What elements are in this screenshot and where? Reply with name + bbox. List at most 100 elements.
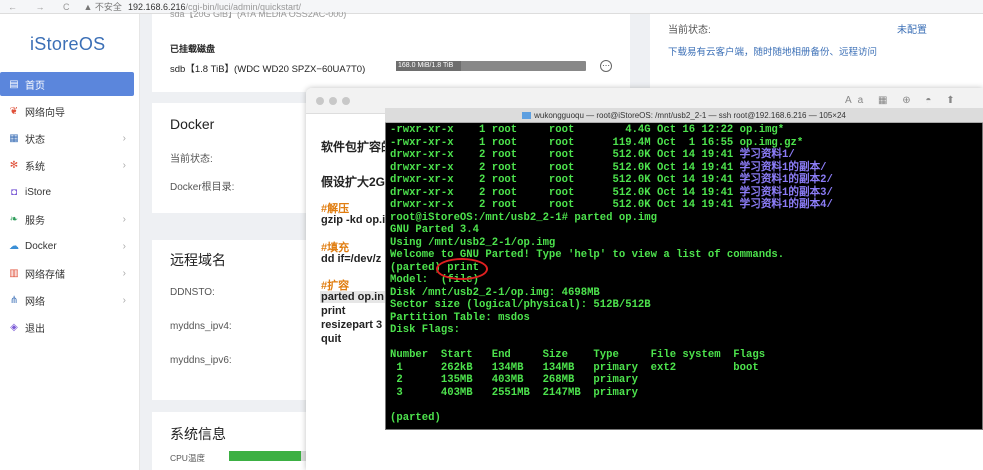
terminal-line-text: Partition Table: msdos xyxy=(390,311,530,324)
terminal-line-text: 2 135MB 403MB 268MB primary xyxy=(390,374,638,386)
terminal-line: Sector size (logical/physical): 512B/512… xyxy=(390,299,651,312)
terminal-line-text: root@iStoreOS:/mnt/usb2_2-1# parted op.i… xyxy=(390,211,658,224)
red-highlight-circle xyxy=(436,258,488,280)
mounted-disk-name: sdb【1.8 TiB】(WDC WD20 SPZX−60UA7T0) xyxy=(170,64,366,75)
sidebar-item-label: 首页 xyxy=(25,80,45,92)
terminal-line-text: (parted) xyxy=(390,411,448,424)
chevron-right-icon: › xyxy=(122,132,126,144)
terminal-line: drwxr-xr-x 2 root root 512.0K Oct 14 19:… xyxy=(390,199,833,212)
terminal-line-text: GNU Parted 3.4 xyxy=(390,224,480,236)
terminal-dir-name: 学习资料1的副本4/ xyxy=(739,199,833,211)
cpu-temp-fill xyxy=(229,451,301,461)
sidebar-item-label: 网络存储 xyxy=(25,269,65,281)
browser-address-bar: ← → C ▲ 不安全 192.168.6.216/cgi-bin/luci/a… xyxy=(0,0,983,14)
window-minimize-button[interactable] xyxy=(329,97,337,105)
window-close-button[interactable] xyxy=(316,97,324,105)
docker-title: Docker xyxy=(170,116,215,132)
sidebar-item-label: 退出 xyxy=(25,323,45,335)
sidebar-item[interactable]: ❧ 服务 › xyxy=(0,207,134,231)
terminal-line: GNU Parted 3.4 xyxy=(390,224,479,237)
ipv4-label: myddns_ipv4: xyxy=(170,321,232,332)
sidebar-item-label: 服务 xyxy=(25,215,45,227)
terminal-line-text: 1 262kB 134MB 134MB primary ext2 boot xyxy=(390,361,759,374)
window-zoom-button[interactable] xyxy=(342,97,350,105)
istore-icon: ◘ xyxy=(10,186,18,198)
storage-card xyxy=(152,14,630,92)
partial-disk-line: sda【20G GiB】(ATA MEDIA OSS2AC-000) xyxy=(170,12,347,19)
url-path: /cgi-bin/luci/admin/quickstart/ xyxy=(185,1,302,12)
ddnsto-label: DDNSTO: xyxy=(170,287,215,298)
terminal-line: Partition Table: msdos xyxy=(390,312,530,325)
sidebar-item[interactable]: ▤ 首页 xyxy=(0,72,134,96)
terminal-line: drwxr-xr-x 2 root root 512.0K Oct 14 19:… xyxy=(390,149,795,162)
doc-cmd-parted: parted op.in xyxy=(320,291,385,303)
url-host: 192.168.6.216 xyxy=(127,1,186,12)
terminal-line: -rwxr-xr-x 1 root root 119.4M Oct 1 16:5… xyxy=(390,137,803,150)
terminal-line: 1 262kB 134MB 134MB primary ext2 boot xyxy=(390,361,759,375)
sidebar-item[interactable]: ☁ Docker › xyxy=(0,234,134,258)
chevron-right-icon: › xyxy=(122,159,126,171)
terminal-line-text: drwxr-xr-x 2 root root 512.0K Oct 14 19:… xyxy=(390,186,740,199)
terminal-line: drwxr-xr-x 2 root root 512.0K Oct 14 19:… xyxy=(390,174,833,187)
terminal-line: root@iStoreOS:/mnt/usb2_2-1# parted op.i… xyxy=(390,212,657,225)
terminal-line: drwxr-xr-x 2 root root 512.0K Oct 14 19:… xyxy=(390,187,833,200)
terminal-line-text: Sector size (logical/physical): 512B/512… xyxy=(390,299,651,311)
terminal-line-text: Number Start End Size Type File system F… xyxy=(390,349,766,361)
terminal-line: Number Start End Size Type File system F… xyxy=(390,349,765,362)
sidebar-item-label: iStore xyxy=(25,186,52,198)
istoreos-logo: iStoreOS xyxy=(30,34,106,54)
logout-icon: ◈ xyxy=(10,321,18,333)
doc-cmd-resize: resizepart 3 xyxy=(321,319,383,331)
terminal-line-text: drwxr-xr-x 2 root root 512.0K Oct 14 19:… xyxy=(390,149,740,161)
remote-domain-title: 远程域名 xyxy=(170,252,226,268)
doc-cmd-gzip: gzip -kd op.i xyxy=(321,214,386,226)
doc-cmd-print: print xyxy=(321,305,346,317)
terminal-line-text: drwxr-xr-x 2 root root 512.0K Oct 14 19:… xyxy=(390,199,740,211)
terminal-line: Disk /mnt/usb2_2-1/op.img: 4698MB xyxy=(390,287,600,300)
terminal-line: Disk Flags: xyxy=(390,324,460,337)
chevron-right-icon: › xyxy=(122,267,126,279)
more-options-icon[interactable]: ⋯ xyxy=(600,60,612,72)
terminal-line: drwxr-xr-x 2 root root 512.0K Oct 14 19:… xyxy=(390,162,827,175)
cloud-status-value: 未配置 xyxy=(897,25,927,36)
status-icon: ▦ xyxy=(9,132,19,144)
cloud-download-link[interactable]: 下载易有云客户端，随时随地相册备份、远程访问 xyxy=(668,44,877,58)
browser-nav-buttons[interactable]: ← → C xyxy=(8,2,78,12)
terminal-line: Using /mnt/usb2_2-1/op.img xyxy=(390,237,555,250)
sidebar-item[interactable]: ▥ 网络存储 › xyxy=(0,261,134,285)
chevron-right-icon: › xyxy=(122,213,126,225)
terminal-titlebar: wukongguoqu — root@iStoreOS: /mnt/usb2_2… xyxy=(385,108,983,123)
home-icon: ▤ xyxy=(9,78,19,90)
terminal-line: 2 135MB 403MB 268MB primary xyxy=(390,374,638,387)
terminal-dir-name: 学习资料1/ xyxy=(739,149,795,161)
sidebar-item[interactable]: ◈ 退出 xyxy=(0,315,134,339)
sidebar-item[interactable]: ▦ 状态 › xyxy=(0,126,134,150)
doc-assumption: 假设扩大2G xyxy=(321,175,386,189)
terminal-line: -rwxr-xr-x 1 root root 4.4G Oct 16 12:22… xyxy=(390,124,784,137)
service-icon: ❧ xyxy=(9,213,19,225)
terminal-line: 3 403MB 2551MB 2147MB primary xyxy=(390,387,638,400)
docker-status-label: 当前状态: xyxy=(170,154,213,165)
sidebar-item[interactable]: ❦ 网络向导 xyxy=(0,99,134,123)
terminal-line: (parted) xyxy=(390,412,447,425)
terminal-line-text: Disk /mnt/usb2_2-1/op.img: 4698MB xyxy=(390,286,600,299)
sidebar-item-label: 系统 xyxy=(25,161,45,173)
cpu-temp-label: CPU温度 xyxy=(170,453,205,463)
url-field[interactable]: 192.168.6.216/cgi-bin/luci/admin/quickst… xyxy=(128,2,301,12)
network-icon: ⋔ xyxy=(9,294,19,306)
notes-toolbar-icons[interactable]: Aa ▦ ⊕ ◓ ⬆ xyxy=(845,95,961,106)
sidebar-item[interactable]: ◘ iStore xyxy=(0,180,134,204)
sidebar-item[interactable]: ⋔ 网络 › xyxy=(0,288,134,312)
docker-icon: ☁ xyxy=(9,240,19,252)
sidebar: iStoreOS ▤ 首页 ❦ 网络向导 ▦ 状态 › ✻ 系统 › ◘ iStore ❧ 服务 › ☁ Doc… xyxy=(0,14,140,470)
sidebar-item[interactable]: ✻ 系统 › xyxy=(0,153,134,177)
terminal-dir-name: 学习资料1的副本/ xyxy=(739,161,827,174)
disk-usage-text: 168.0 MiB/1.8 TiB xyxy=(398,62,454,69)
system-gear-icon: ✻ xyxy=(9,159,19,171)
doc-heading: 软件包扩容的 xyxy=(321,140,394,154)
doc-cmd-dd: dd if=/dev/z xyxy=(321,253,382,265)
terminal-line-text: -rwxr-xr-x 1 root root 119.4M Oct 1 16:5… xyxy=(390,136,804,149)
insecure-warning: ▲ 不安全 xyxy=(83,2,122,12)
docker-root-label: Docker根目录: xyxy=(170,182,235,193)
terminal-line-text: -rwxr-xr-x 1 root root 4.4G Oct 16 12:22… xyxy=(390,124,785,136)
